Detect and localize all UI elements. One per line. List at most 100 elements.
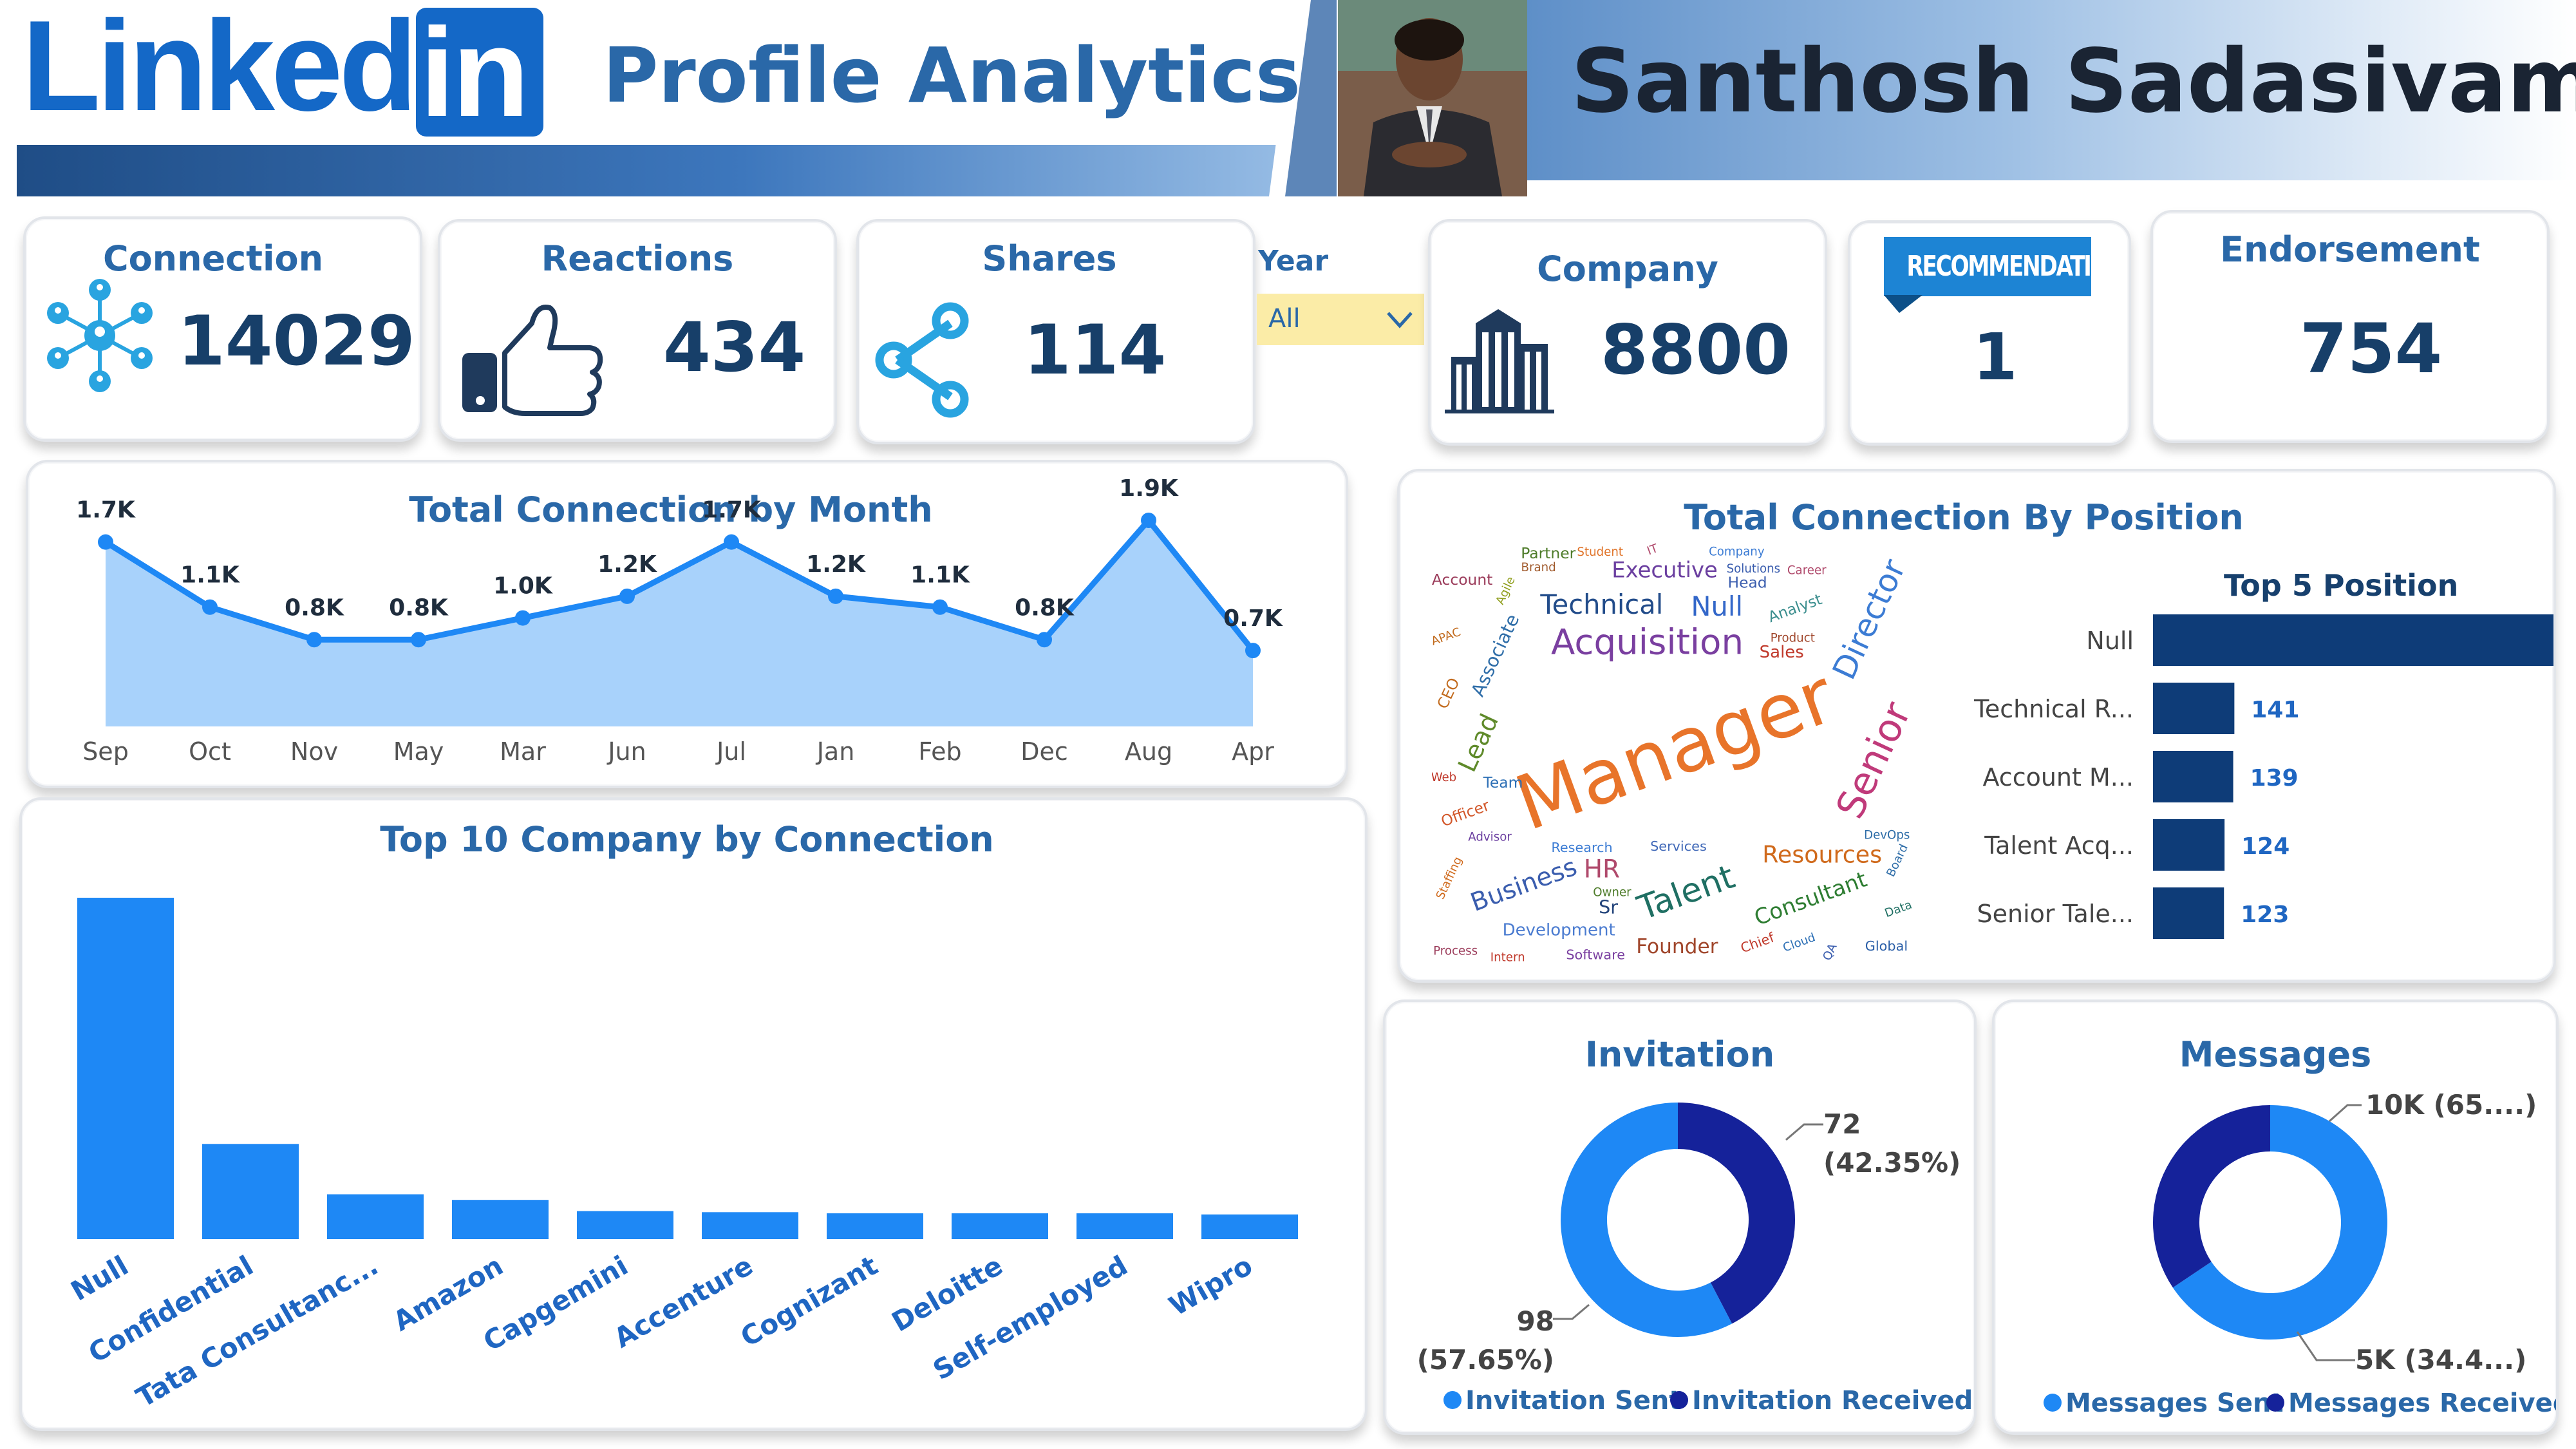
legend-marker — [2044, 1394, 2062, 1412]
word-cloud-word: Board — [1884, 842, 1911, 879]
y-tick-label: Senior Tale... — [1977, 900, 2134, 928]
word-cloud-word: Data — [1883, 898, 1914, 921]
word-cloud-word: Executive — [1612, 557, 1718, 582]
data-label: 5K (34.4...) — [2355, 1344, 2526, 1376]
recommendation-ribbon: RECOMMENDATION — [1884, 237, 2126, 296]
thumbs-up-icon — [462, 305, 603, 416]
chevron-down-icon — [1387, 312, 1413, 328]
bar — [2153, 819, 2225, 871]
kpi-company-card: Company 8800 — [1428, 219, 1827, 446]
word-cloud-word: Acquisition — [1551, 621, 1744, 663]
data-label: 141 — [2251, 697, 2299, 723]
leader-line — [1553, 1303, 1590, 1320]
kpi-reactions-value: 434 — [663, 308, 806, 387]
area-fill — [106, 520, 1253, 726]
invitation-donut-chart: 72 (42.35%) 98 (57.65%) Invitation Sent Invit… — [1417, 1103, 1973, 1416]
company-chart-card: Top 10 Company by Connection Null Confide… — [19, 797, 1368, 1431]
data-label: 139 — [2250, 765, 2299, 791]
share-icon — [875, 302, 969, 418]
x-tick-label: Oct — [189, 737, 231, 766]
month-area-chart: 1.7K Sep 1.1K Oct 0.8K Nov 0.8K May 1.0K Mar 1.2K J… — [76, 475, 1283, 766]
kpi-endorsement-value: 754 — [2300, 309, 2443, 388]
data-label: 1.1K — [910, 562, 970, 589]
data-label: 0.8K — [1015, 594, 1075, 621]
x-tick-label: Jul — [715, 737, 746, 766]
bar — [702, 1212, 798, 1239]
word-cloud-word: CEO — [1433, 675, 1463, 712]
bar — [1076, 1213, 1173, 1239]
kpi-endorsement-label: Endorsement — [2220, 229, 2480, 270]
word-cloud-word: Senior — [1827, 695, 1920, 826]
position-word-cloud: ManagerAcquisition Senior Talent Director Te… — [1432, 542, 1920, 965]
word-cloud-word: Staffing — [1434, 855, 1465, 902]
kpi-recommendation-card: RECOMMENDATION 1 — [1848, 220, 2131, 446]
y-tick-label: Account M... — [1982, 763, 2134, 791]
position-chart-card: Total Connection By Position Manager Acqu… — [1397, 469, 2556, 983]
word-cloud-word: Business — [1467, 853, 1581, 918]
x-tick-label: Jan — [816, 737, 855, 766]
data-point — [724, 534, 739, 550]
data-point — [202, 599, 218, 615]
data-label: (42.35%) — [1823, 1147, 1960, 1179]
bar — [2153, 751, 2233, 802]
word-cloud-word: Student — [1577, 545, 1623, 559]
data-label: 0.8K — [285, 594, 344, 621]
word-cloud-word: Founder — [1636, 935, 1718, 958]
data-point — [306, 632, 322, 648]
word-cloud-word: Agile — [1494, 574, 1518, 607]
x-tick-label: Sep — [82, 737, 129, 766]
legend-marker — [2266, 1394, 2284, 1412]
data-label: (57.65%) — [1417, 1344, 1554, 1376]
legend-marker — [1443, 1391, 1462, 1409]
x-tick-label: Aug — [1125, 737, 1172, 766]
legend-label: Invitation Received — [1692, 1386, 1973, 1416]
data-label: 1.0K — [493, 573, 553, 600]
leader-line — [2329, 1104, 2362, 1122]
data-label: 0.8K — [389, 594, 449, 621]
company-bar-chart: NullConfidentialTata Consultanc... Amazon… — [66, 898, 1298, 1414]
word-cloud-word: HR — [1584, 855, 1620, 884]
year-filter-label: Year — [1258, 245, 1329, 278]
data-point — [411, 632, 426, 648]
kpi-company-value: 8800 — [1601, 310, 1791, 390]
kpi-reactions-card: Reactions 434 — [438, 219, 837, 442]
x-tick-label: Wipro — [1163, 1249, 1257, 1322]
leader-line — [2296, 1331, 2355, 1361]
page-title: Profile Analytics — [603, 31, 1301, 120]
legend-label: Messages Received — [2288, 1388, 2556, 1418]
position-chart-title: Total Connection By Position — [1684, 497, 2244, 538]
year-filter-dropdown[interactable]: All — [1257, 294, 1424, 345]
data-label: 1.9K — [1119, 475, 1179, 502]
x-tick-label: Jun — [606, 737, 646, 766]
word-cloud-word: Associate — [1467, 611, 1524, 699]
word-cloud-word: Director — [1825, 553, 1913, 685]
word-cloud-word: Process — [1433, 944, 1478, 958]
data-point — [1141, 513, 1156, 528]
data-label: 1.7K — [76, 497, 136, 524]
word-cloud-word: Advisor — [1468, 831, 1512, 844]
top5-position-bar-chart: Null694Technical R...141Account M...139T… — [1973, 614, 2553, 939]
word-cloud-word: Web — [1432, 771, 1456, 784]
word-cloud-word: Company — [1709, 545, 1765, 559]
data-point — [932, 599, 948, 615]
kpi-shares-value: 114 — [1024, 310, 1167, 390]
legend-marker — [1670, 1391, 1688, 1409]
x-tick-label: Null — [66, 1249, 134, 1307]
top5-subtitle: Top 5 Position — [2224, 568, 2459, 603]
x-tick-label: Dec — [1020, 737, 1068, 766]
person-name: Santhosh Sadasivam — [1571, 31, 2576, 133]
data-point — [98, 534, 113, 550]
word-cloud-word: Owner — [1593, 886, 1631, 900]
network-icon — [47, 279, 153, 392]
data-point — [1037, 632, 1052, 648]
word-cloud-word: Manager — [1505, 652, 1846, 848]
kpi-company-label: Company — [1537, 249, 1718, 289]
data-point — [619, 588, 635, 604]
messages-chart-card: Messages 10K (65....) 5K (34.4...) Message… — [1992, 999, 2559, 1435]
kpi-connection-card: Connection 14029 — [23, 216, 422, 442]
donut-slice — [2153, 1105, 2270, 1288]
kpi-recommendation-value: 1 — [1973, 319, 2018, 395]
word-cloud-word: Team — [1483, 773, 1523, 791]
y-tick-label: Technical R... — [1973, 695, 2134, 723]
data-label: 98 — [1517, 1305, 1554, 1337]
